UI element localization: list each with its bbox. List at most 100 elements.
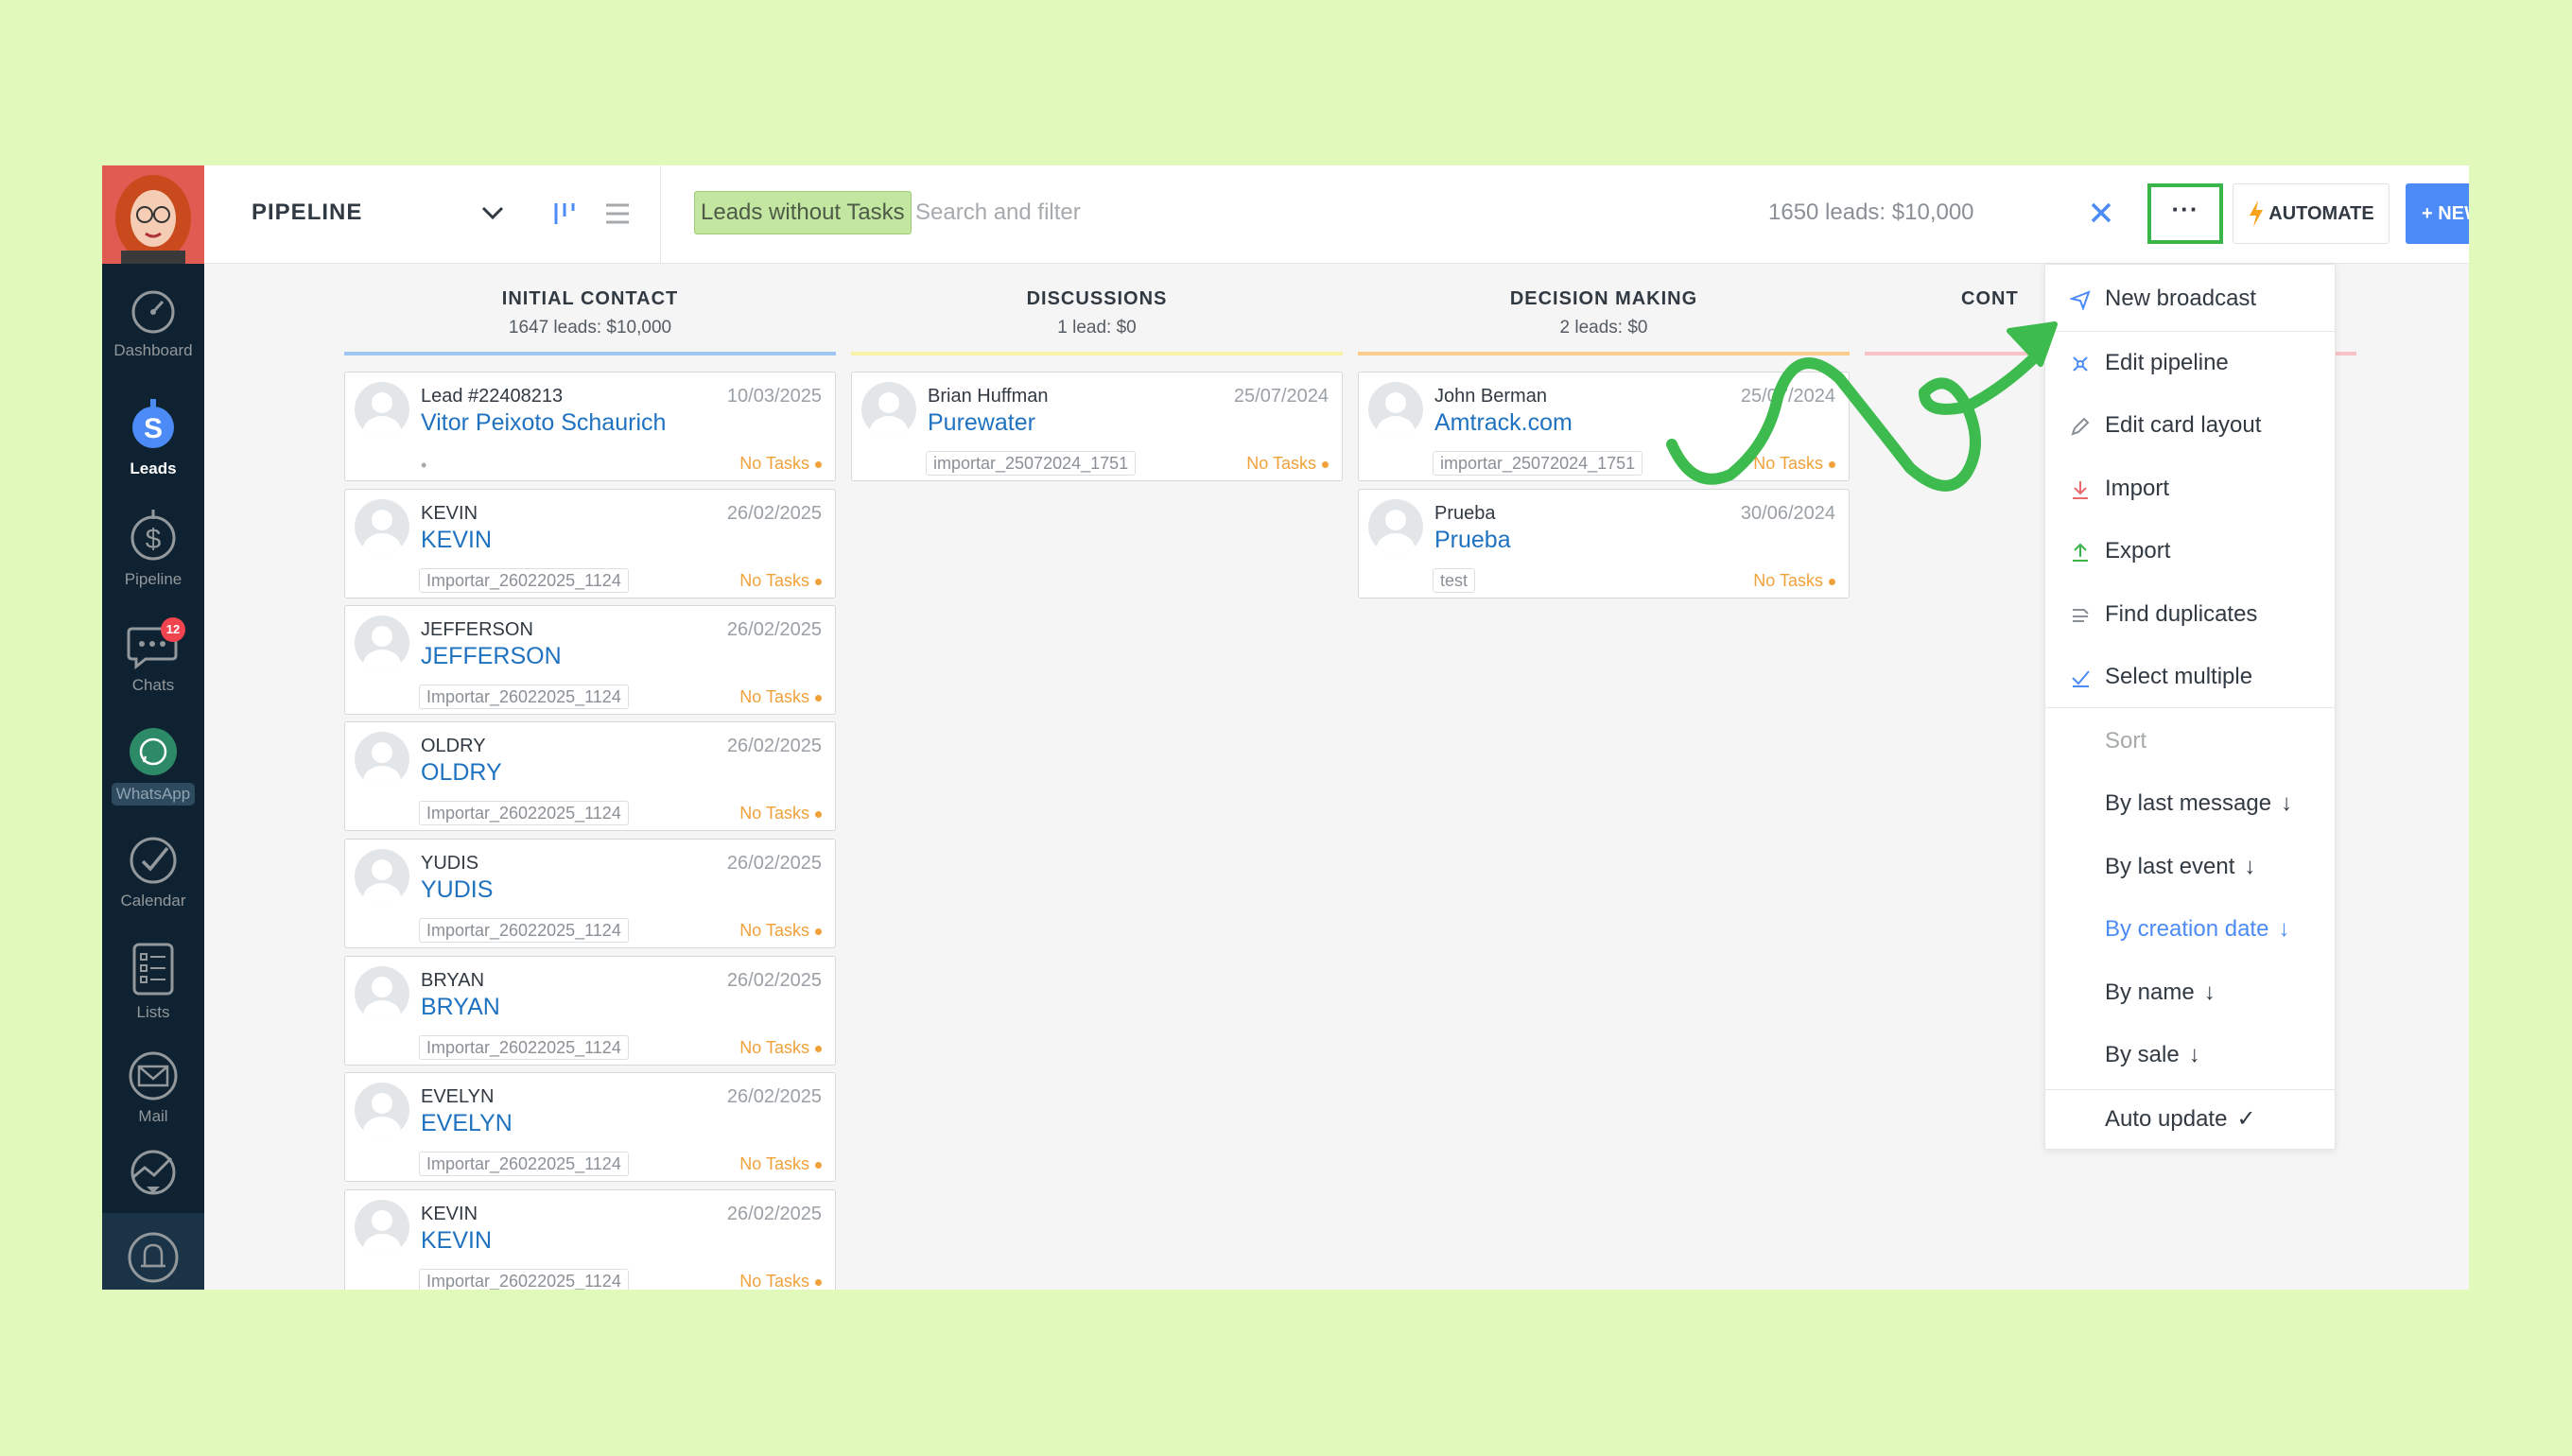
upload-arrow-icon: [2073, 543, 2088, 562]
no-tasks-indicator[interactable]: No Tasks: [1246, 451, 1329, 476]
lead-tag[interactable]: Importar_26022025_1124: [419, 801, 629, 825]
lead-title-link[interactable]: YUDIS: [421, 876, 493, 904]
sidebar-item-dashboard[interactable]: Dashboard: [102, 288, 204, 360]
lead-tag[interactable]: importar_25072024_1751: [1433, 451, 1643, 476]
list-view-icon[interactable]: [603, 199, 632, 228]
no-tasks-indicator[interactable]: No Tasks: [1753, 451, 1835, 476]
lead-tag[interactable]: Importar_26022025_1124: [419, 1269, 629, 1290]
lead-title-link[interactable]: BRYAN: [421, 994, 500, 1021]
menu-item-export[interactable]: Export: [2045, 525, 2335, 578]
lead-tag-dot: •: [421, 456, 427, 475]
sidebar-item-mail[interactable]: Mail: [102, 1050, 204, 1126]
menu-item-auto-update[interactable]: Auto update ✓: [2045, 1093, 2335, 1146]
menu-item-edit-card-layout[interactable]: Edit card layout: [2045, 399, 2335, 452]
lead-title-link[interactable]: Purewater: [928, 409, 1035, 437]
close-icon[interactable]: [2088, 199, 2114, 226]
automate-button[interactable]: AUTOMATE: [2233, 183, 2390, 244]
more-options-button[interactable]: ···: [2147, 183, 2223, 244]
menu-item-sort-last-event[interactable]: By last event ↓: [2045, 841, 2335, 893]
contact-avatar: [355, 849, 409, 904]
sidebar-item-notifications[interactable]: [102, 1230, 204, 1290]
lead-card[interactable]: OLDRY 26/02/2025 OLDRY Importar_26022025…: [344, 721, 836, 831]
pipeline-selector[interactable]: PIPELINE: [252, 199, 362, 226]
arrow-down-icon: ↓: [2188, 1042, 2200, 1067]
user-avatar[interactable]: [102, 165, 204, 264]
sidebar-item-stats[interactable]: [102, 1149, 204, 1202]
no-tasks-indicator[interactable]: No Tasks: [739, 1269, 822, 1290]
menu-item-sort-sale[interactable]: By sale ↓: [2045, 1029, 2335, 1082]
no-tasks-indicator[interactable]: No Tasks: [739, 1152, 822, 1176]
contact-avatar: [355, 499, 409, 554]
menu-separator: [2045, 707, 2335, 708]
lead-tag[interactable]: Importar_26022025_1124: [419, 685, 629, 709]
no-tasks-indicator[interactable]: No Tasks: [739, 451, 822, 476]
menu-item-sort-name[interactable]: By name ↓: [2045, 966, 2335, 1019]
lead-card[interactable]: KEVIN 26/02/2025 KEVIN Importar_26022025…: [344, 1189, 836, 1290]
menu-separator: [2045, 331, 2335, 332]
sidebar-item-label: Mail: [138, 1107, 168, 1125]
download-arrow-icon: [2073, 481, 2088, 499]
menu-item-new-broadcast[interactable]: New broadcast: [2045, 272, 2335, 325]
menu-item-edit-pipeline[interactable]: Edit pipeline: [2045, 337, 2335, 390]
lead-tag[interactable]: test: [1433, 568, 1476, 593]
lead-card[interactable]: Lead #22408213 10/03/2025 Vitor Peixoto …: [344, 372, 836, 481]
lead-date: 26/02/2025: [726, 853, 822, 874]
contact-name: KEVIN: [421, 503, 478, 524]
lead-tag[interactable]: Importar_26022025_1124: [419, 568, 629, 593]
lead-card[interactable]: BRYAN 26/02/2025 BRYAN Importar_26022025…: [344, 956, 836, 1066]
menu-item-find-duplicates[interactable]: Find duplicates: [2045, 588, 2335, 641]
lead-card[interactable]: KEVIN 26/02/2025 KEVIN Importar_26022025…: [344, 489, 836, 598]
lead-title-link[interactable]: JEFFERSON: [421, 643, 562, 670]
lead-tag[interactable]: Importar_26022025_1124: [419, 1035, 629, 1060]
lead-card[interactable]: EVELYN 26/02/2025 EVELYN Importar_260220…: [344, 1072, 836, 1182]
contact-avatar: [355, 382, 409, 437]
lead-title-link[interactable]: KEVIN: [421, 1227, 492, 1255]
lead-date: 26/02/2025: [726, 1086, 822, 1107]
lead-card[interactable]: YUDIS 26/02/2025 YUDIS Importar_26022025…: [344, 839, 836, 948]
new-lead-button[interactable]: + NEW LEAD: [2406, 183, 2469, 244]
lead-title-link[interactable]: KEVIN: [421, 527, 492, 554]
sidebar-item-whatsapp[interactable]: WhatsApp: [102, 726, 204, 806]
lead-title-link[interactable]: Vitor Peixoto Schaurich: [421, 409, 666, 437]
column-header-decision-making: DECISION MAKING 2 leads: $0: [1509, 288, 1698, 338]
lead-date: 26/02/2025: [726, 970, 822, 991]
menu-item-select-multiple[interactable]: Select multiple: [2045, 650, 2335, 703]
contact-name: JEFFERSON: [421, 619, 533, 640]
filter-tag-leads-without-tasks[interactable]: Leads without Tasks: [694, 191, 912, 234]
lightning-icon: [2250, 200, 2264, 227]
chevron-down-icon[interactable]: [480, 201, 505, 224]
lead-title-link[interactable]: OLDRY: [421, 759, 502, 787]
sidebar-item-chats[interactable]: 12 Chats: [102, 617, 204, 695]
dollar-outline-icon: $: [130, 510, 176, 561]
no-tasks-indicator[interactable]: No Tasks: [739, 918, 822, 943]
lead-tag[interactable]: Importar_26022025_1124: [419, 918, 629, 943]
menu-item-import[interactable]: Import: [2045, 462, 2335, 515]
sidebar-item-calendar[interactable]: Calendar: [102, 835, 204, 910]
sidebar-item-pipeline[interactable]: $ Pipeline: [102, 508, 204, 589]
no-tasks-indicator[interactable]: No Tasks: [739, 801, 822, 825]
lead-tag[interactable]: Importar_26022025_1124: [419, 1152, 629, 1176]
lead-card[interactable]: Prueba 30/06/2024 Prueba test No Tasks: [1358, 489, 1850, 598]
lead-tag[interactable]: importar_25072024_1751: [926, 451, 1137, 476]
lead-card[interactable]: John Berman 25/07/2024 Amtrack.com impor…: [1358, 372, 1850, 481]
lead-title-link[interactable]: EVELYN: [421, 1110, 513, 1137]
sidebar-item-leads[interactable]: S Leads: [102, 397, 204, 478]
sidebar-item-label: Pipeline: [124, 570, 182, 588]
menu-item-sort-last-message[interactable]: By last message ↓: [2045, 777, 2335, 830]
lead-title-link[interactable]: Amtrack.com: [1434, 409, 1573, 437]
no-tasks-indicator[interactable]: No Tasks: [739, 685, 822, 709]
kanban-view-icon[interactable]: [550, 199, 579, 228]
no-tasks-indicator[interactable]: No Tasks: [1753, 568, 1835, 593]
checkmark-icon: [2072, 670, 2090, 687]
search-input[interactable]: [915, 191, 1766, 234]
lead-title-link[interactable]: Prueba: [1434, 527, 1511, 554]
column-header-initial-contact: INITIAL CONTACT 1647 leads: $10,000: [501, 288, 679, 338]
no-tasks-indicator[interactable]: No Tasks: [739, 1035, 822, 1060]
no-tasks-indicator[interactable]: No Tasks: [739, 568, 822, 593]
sidebar-item-lists[interactable]: Lists: [102, 941, 204, 1022]
column-header-discussions: DISCUSSIONS 1 lead: $0: [1026, 288, 1168, 338]
lead-card[interactable]: Brian Huffman 25/07/2024 Purewater impor…: [851, 372, 1343, 481]
menu-item-sort-creation-date[interactable]: By creation date ↓: [2045, 903, 2335, 956]
lead-card[interactable]: JEFFERSON 26/02/2025 JEFFERSON Importar_…: [344, 605, 836, 715]
settings-cross-icon: [2073, 356, 2088, 372]
